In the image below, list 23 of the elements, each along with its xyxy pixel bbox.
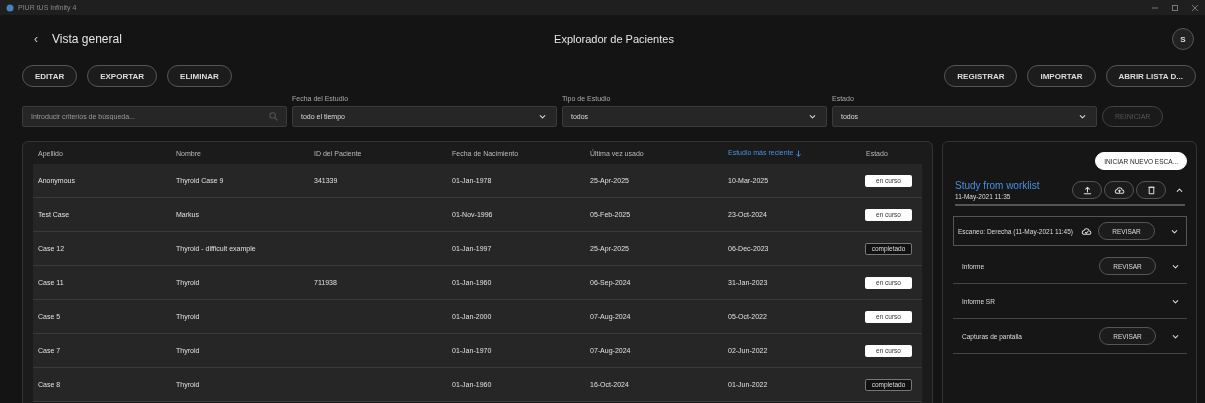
action-button[interactable]: ELIMINAR <box>167 65 232 87</box>
maximize-icon[interactable] <box>1171 3 1179 12</box>
action-button[interactable]: EDITAR <box>22 65 78 87</box>
page-title: Vista general <box>52 32 122 46</box>
app-logo-icon <box>6 3 14 12</box>
close-icon[interactable] <box>1191 3 1199 12</box>
cloud-check-icon <box>1081 225 1092 237</box>
search-icon <box>268 111 279 122</box>
back-button[interactable]: ‹ <box>34 32 38 46</box>
action-button[interactable]: IMPORTAR <box>1027 65 1096 87</box>
study-title: Study from worklist <box>955 180 1041 191</box>
cloud-upload-button[interactable] <box>1104 181 1134 199</box>
delete-button[interactable] <box>1136 181 1166 199</box>
action-button[interactable]: ABRIR LISTA D... <box>1105 65 1196 87</box>
action-button[interactable]: REGISTRAR <box>944 65 1018 87</box>
upload-icon <box>1081 184 1093 196</box>
trash-icon <box>1145 184 1157 196</box>
app-title: Explorador de Pacientes <box>554 33 674 45</box>
cloud-upload-icon <box>1113 184 1125 196</box>
user-avatar[interactable]: S <box>1172 28 1194 50</box>
sort-arrow-icon <box>795 149 803 157</box>
upload-button[interactable] <box>1072 181 1102 199</box>
action-button[interactable]: EXPORTAR <box>87 65 158 87</box>
